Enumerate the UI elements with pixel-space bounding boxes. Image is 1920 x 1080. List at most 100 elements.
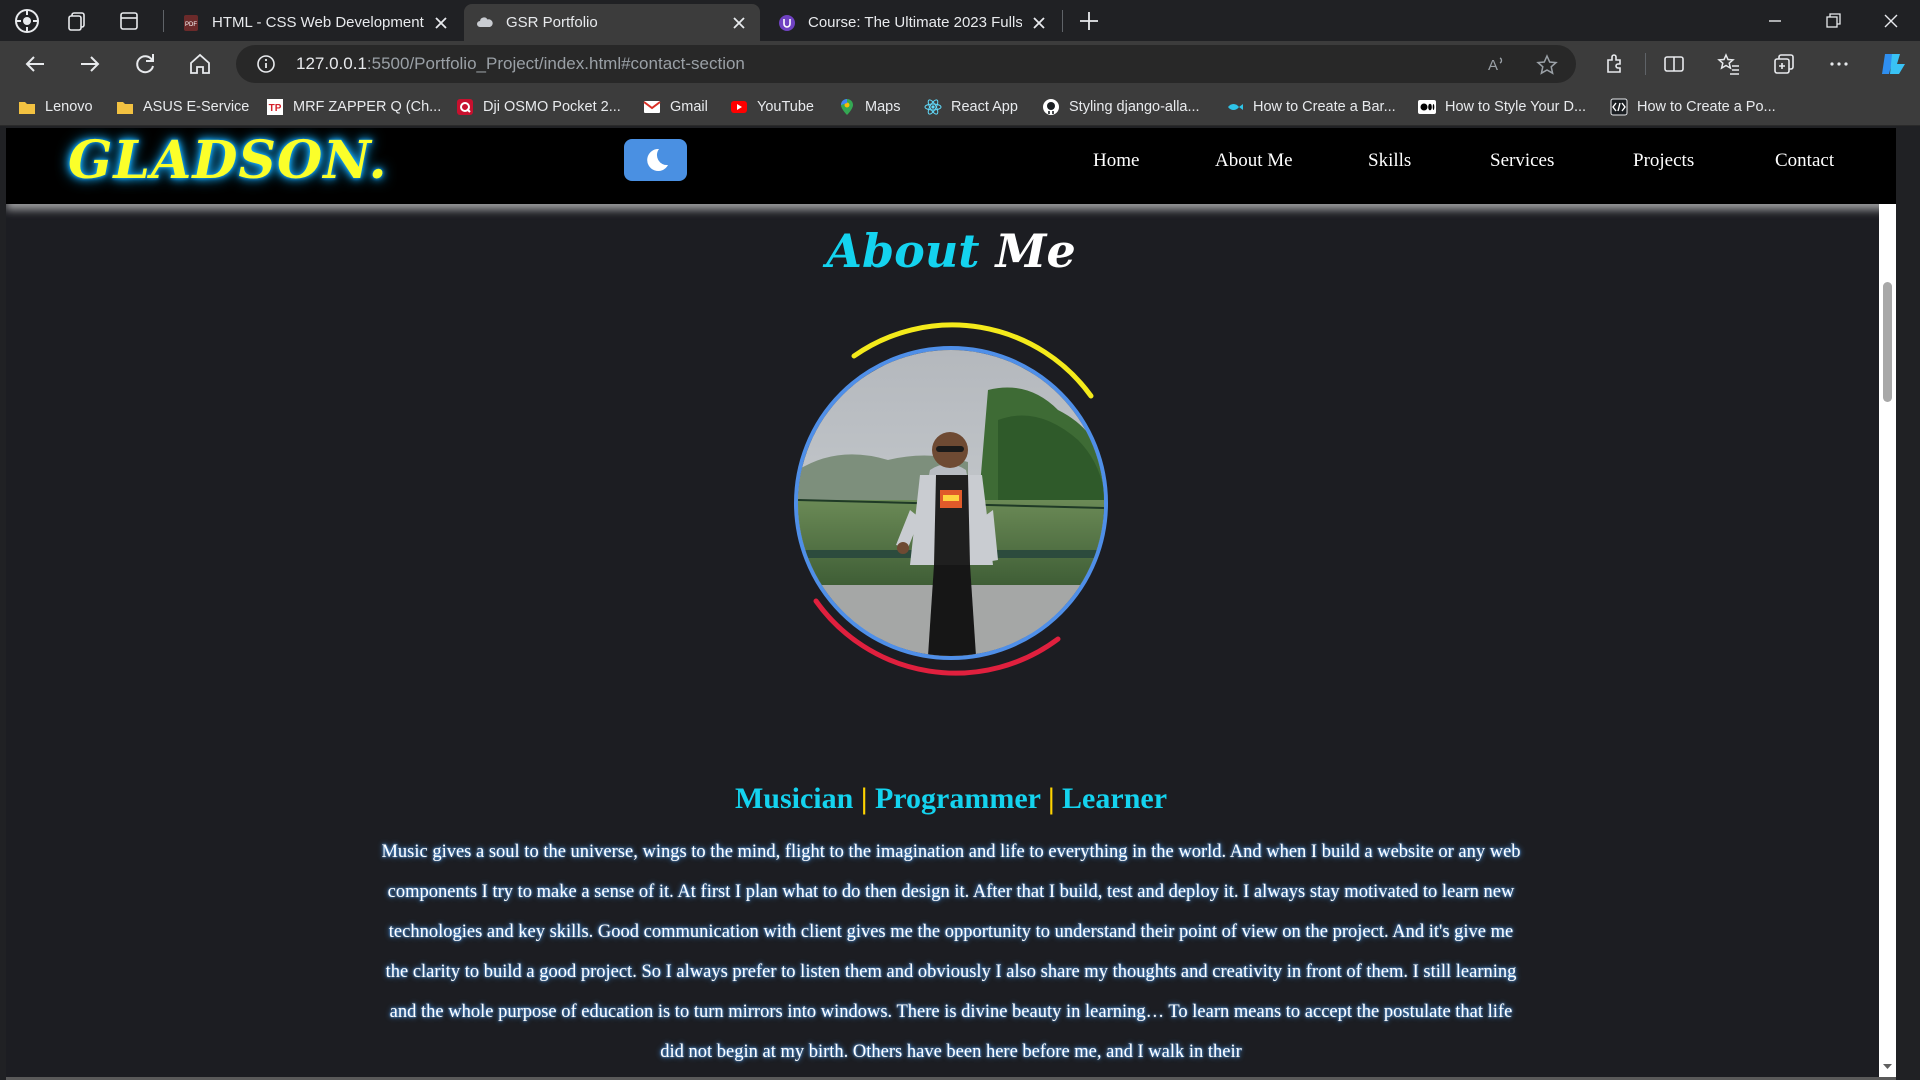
toolbar-separator [1645,53,1646,75]
theme-toggle-button[interactable] [624,139,687,181]
about-title-me: Me [995,224,1076,278]
tab-separator [1062,10,1063,32]
bookmark-label: ASUS E-Service [143,99,250,115]
close-window-icon[interactable] [1876,6,1906,36]
scrollbar-thumb[interactable] [1883,282,1892,402]
tab-separator [163,10,164,32]
youtube-icon [731,101,747,113]
site-info-icon[interactable] [256,54,276,74]
role-separator: | [1047,782,1055,815]
bookmark-label: Lenovo [45,99,93,115]
address-bar[interactable]: 127.0.0.1:5500/Portfolio_Project/index.h… [236,45,1576,83]
bookmark-react-app[interactable]: React App [924,97,1018,117]
tab-gsr-portfolio[interactable]: GSR Portfolio [464,4,760,41]
dev-icon [1610,98,1628,116]
nav-home[interactable]: Home [1093,150,1139,172]
gmail-icon [643,101,661,113]
favorites-icon[interactable] [1717,52,1741,76]
browser-toolbar: 127.0.0.1:5500/Portfolio_Project/index.h… [0,41,1920,88]
about-title-about: About [826,224,980,278]
nav-contact[interactable]: Contact [1775,150,1834,172]
workspaces-icon[interactable] [14,8,40,34]
cloud-icon [477,16,493,27]
tab-actions-icon[interactable] [118,10,140,32]
collections-icon[interactable] [66,10,88,32]
bookmark-lenovo[interactable]: Lenovo [18,97,93,117]
bookmark-label: Dji OSMO Pocket 2... [483,99,621,115]
tab-html-css-pdf[interactable]: PDF HTML - CSS Web Development P [170,4,462,41]
about-bio: Music gives a soul to the universe, wing… [381,842,1521,1062]
tab-title: Course: The Ultimate 2023 Fullsta [808,14,1022,31]
medium-icon [1418,100,1436,114]
bookmark-style-your-d[interactable]: How to Style Your D... [1418,97,1586,117]
read-aloud-icon[interactable]: A [1486,54,1506,74]
roles-heading: Musician | Programmer | Learner [6,782,1896,816]
bookmark-label: How to Create a Po... [1637,99,1776,115]
close-tab-icon[interactable] [432,14,450,32]
about-title: About Me [6,224,1896,278]
refresh-icon[interactable] [130,49,160,79]
copilot-icon[interactable] [1878,49,1908,79]
bookmark-label: YouTube [757,99,814,115]
new-tab-icon[interactable] [1076,8,1102,34]
bookmark-mrf-zapper[interactable]: TP MRF ZAPPER Q (Ch... [266,97,441,117]
react-icon [924,99,942,115]
site-navbar: GLADSON. Home About Me Skills Services P… [6,128,1896,204]
nav-services[interactable]: Services [1490,150,1554,172]
svg-text:PDF: PDF [185,22,197,28]
vertical-scrollbar[interactable] [1879,128,1896,1077]
nav-projects[interactable]: Projects [1633,150,1694,172]
pdf-icon: PDF [184,14,198,31]
bookmark-label: MRF ZAPPER Q (Ch... [293,99,442,115]
bookmark-create-bar[interactable]: How to Create a Bar... [1226,97,1396,117]
scroll-down-icon[interactable] [1882,1063,1893,1071]
page-viewport: GLADSON. Home About Me Skills Services P… [6,128,1896,1077]
close-tab-icon[interactable] [1030,14,1048,32]
close-tab-icon[interactable] [730,14,748,32]
profile-photo-frame [766,316,1126,676]
role-programmer: Programmer [874,782,1041,815]
bookmark-maps[interactable]: Maps [838,97,900,117]
forward-icon[interactable] [75,49,105,79]
add-favorite-icon[interactable] [1536,54,1558,76]
browser-window: PDF HTML - CSS Web Development P GSR Por… [0,0,1920,1080]
svg-text:A: A [1488,57,1498,74]
tp-icon: TP [267,99,283,115]
bookmark-label: React App [951,99,1018,115]
folder-icon [117,102,133,114]
restore-icon[interactable] [1818,6,1848,36]
url-text: 127.0.0.1:5500/Portfolio_Project/index.h… [296,54,745,74]
nav-about-me[interactable]: About Me [1215,150,1293,172]
bookmark-dji-osmo[interactable]: Dji OSMO Pocket 2... [456,97,621,117]
profile-photo [794,346,1108,660]
bookmark-youtube[interactable]: YouTube [730,97,814,117]
collections-toolbar-icon[interactable] [1772,52,1796,76]
role-learner: Learner [1062,782,1168,815]
bookmark-asus[interactable]: ASUS E-Service [116,97,249,117]
tab-title: HTML - CSS Web Development P [212,14,424,31]
url-path: :5500/Portfolio_Project/index.html#conta… [366,54,745,73]
bookmark-label: How to Style Your D... [1445,99,1587,115]
more-options-icon[interactable] [1827,52,1851,76]
split-screen-icon[interactable] [1662,52,1686,76]
tab-course[interactable]: Course: The Ultimate 2023 Fullsta [766,4,1060,41]
nav-skills[interactable]: Skills [1368,150,1411,172]
svg-text:TP: TP [269,103,282,114]
site-logo[interactable]: GLADSON. [68,130,388,191]
profile-photo-image [798,350,1104,656]
extensions-icon[interactable] [1602,52,1626,76]
tab-title: GSR Portfolio [506,14,598,31]
bookmark-django-allauth[interactable]: Styling django-alla... [1042,97,1200,117]
tab-strip: PDF HTML - CSS Web Development P GSR Por… [0,0,1920,41]
home-icon[interactable] [185,49,215,79]
fish-icon [1228,104,1243,110]
github-icon [1043,99,1059,115]
moon-icon [647,148,668,171]
q-icon [457,99,473,115]
bookmark-label: Styling django-alla... [1069,99,1200,115]
back-icon[interactable] [20,49,50,79]
bookmark-gmail[interactable]: Gmail [643,97,708,117]
bookmark-create-po[interactable]: How to Create a Po... [1610,97,1776,117]
minimize-icon[interactable] [1760,6,1790,36]
role-musician: Musician [734,782,854,815]
